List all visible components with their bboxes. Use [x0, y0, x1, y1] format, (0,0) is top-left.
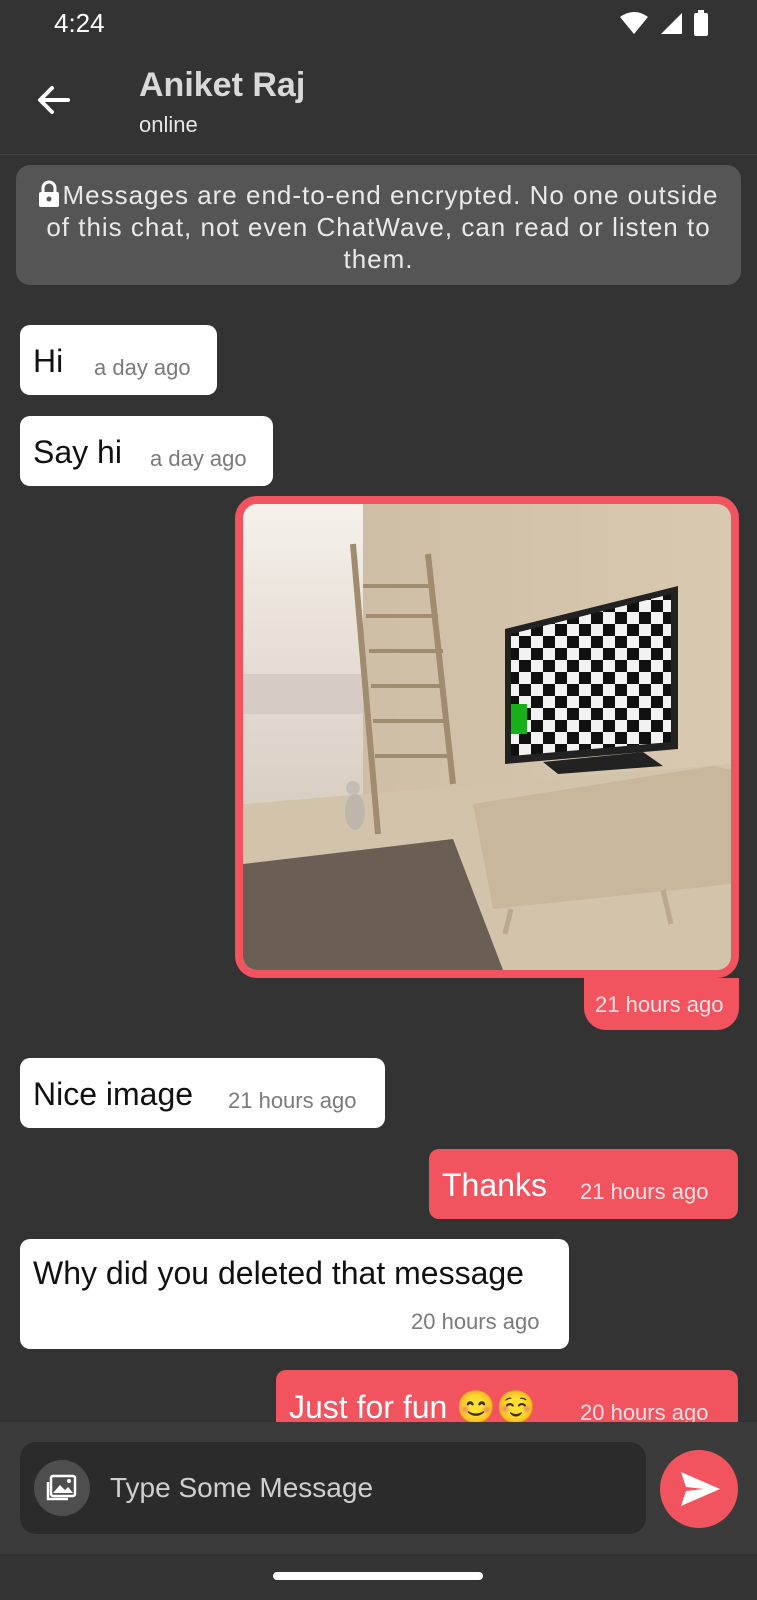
- home-indicator[interactable]: [273, 1572, 483, 1580]
- status-icons: [619, 10, 709, 36]
- message-time: 20 hours ago: [411, 1309, 540, 1334]
- contact-status: online: [139, 112, 198, 137]
- message-input[interactable]: Type Some Message: [20, 1442, 646, 1534]
- status-time: 4:24: [54, 8, 105, 38]
- image-message-bubble[interactable]: [235, 496, 739, 978]
- contact-name[interactable]: Aniket Raj: [139, 66, 305, 105]
- message-time: 21 hours ago: [595, 992, 724, 1017]
- message-text: Thanks: [442, 1167, 547, 1203]
- arrow-left-icon: [38, 86, 70, 114]
- message-input-bar: Type Some Message: [0, 1422, 757, 1554]
- chat-header: Aniket Raj online: [0, 52, 757, 155]
- message-text: Say hi: [33, 434, 122, 470]
- message-text: Nice image: [33, 1076, 194, 1112]
- battery-icon: [694, 10, 708, 36]
- message-input-placeholder: Type Some Message: [110, 1472, 374, 1503]
- lock-icon: [39, 180, 60, 207]
- message-text: Why did you deleted that message: [33, 1255, 524, 1291]
- message-time: a day ago: [94, 355, 191, 380]
- message-bubble-incoming[interactable]: Why did you deleted that message 20 hour…: [20, 1239, 569, 1349]
- message-text: Just for fun 😊☺️: [289, 1389, 536, 1425]
- room-photo: [243, 504, 731, 970]
- encryption-notice-text: Messages are end-to-end encrypted. No on…: [46, 180, 719, 274]
- message-time: a day ago: [150, 446, 247, 471]
- message-time: 21 hours ago: [228, 1088, 357, 1113]
- wifi-icon: [620, 12, 648, 34]
- send-icon: [681, 1472, 720, 1506]
- message-time: 21 hours ago: [580, 1179, 709, 1204]
- send-button[interactable]: [660, 1450, 738, 1528]
- message-bubble-incoming[interactable]: Say hi a day ago: [20, 416, 273, 486]
- message-bubble-outgoing[interactable]: Thanks 21 hours ago: [429, 1149, 738, 1219]
- back-button[interactable]: [34, 80, 74, 120]
- message-bubble-incoming[interactable]: Nice image 21 hours ago: [20, 1058, 385, 1128]
- message-text: Hi: [33, 343, 64, 379]
- image-message-time-bubble: 21 hours ago: [584, 978, 739, 1030]
- signal-icon: [661, 13, 682, 34]
- image-icon: [46, 1474, 77, 1501]
- message-bubble-incoming[interactable]: Hi a day ago: [20, 325, 217, 395]
- encryption-notice: Messages are end-to-end encrypted. No on…: [16, 165, 741, 285]
- attach-image-button[interactable]: [34, 1460, 90, 1516]
- shared-image[interactable]: [243, 504, 731, 970]
- system-nav-bar: [0, 1554, 757, 1600]
